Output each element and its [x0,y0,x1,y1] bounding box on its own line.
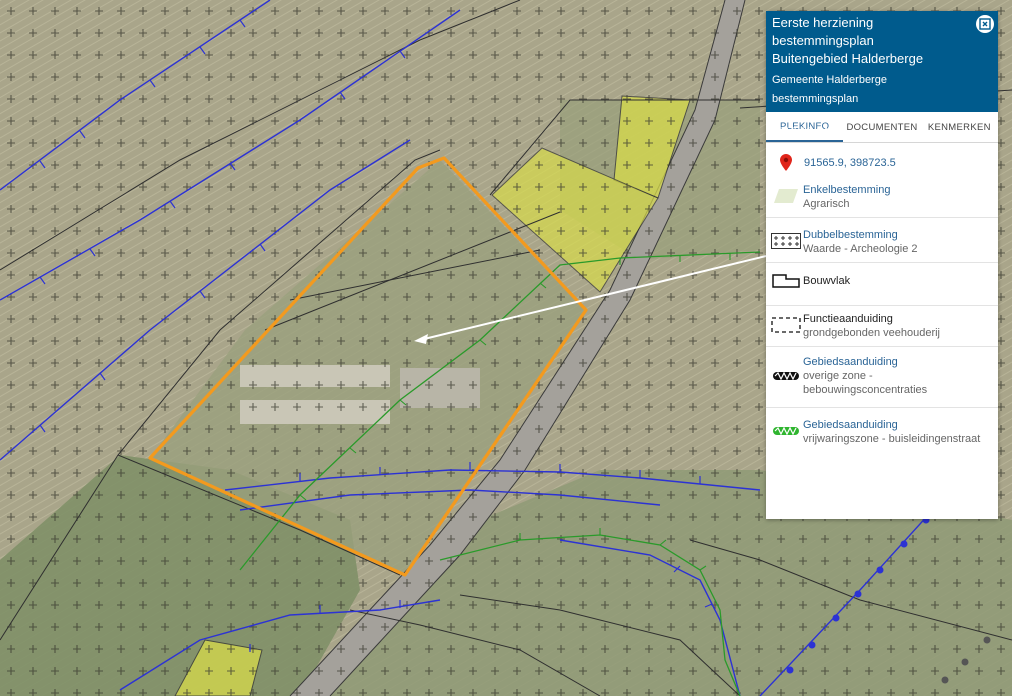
agrarisch-swatch-icon [773,188,799,209]
legend-title-gebiedsaanduiding-1[interactable]: Gebiedsaanduiding [803,355,927,369]
legend-title-bouwvlak: Bouwvlak [803,275,851,287]
legend-item-enkelbestemming[interactable]: Enkelbestemming Agrarisch [766,177,998,218]
legend-title-functieaanduiding: Functieaanduiding [803,313,893,325]
green-zigzag-band-icon [772,424,800,443]
legend-title-gebiedsaanduiding-2[interactable]: Gebiedsaanduiding [803,418,980,432]
legend-item-gebiedsaanduiding-bebouwing[interactable]: Gebiedsaanduiding overige zone - bebouwin… [766,347,998,408]
legend-item-bouwvlak[interactable]: Bouwvlak [766,263,998,306]
panel-header: Eerste herziening bestemmingsplan Buiten… [766,11,998,138]
legend-item-functieaanduiding[interactable]: Functieaanduiding grondgebonden veehouder… [766,306,998,347]
bouwvlak-outline-icon [772,274,800,293]
fullscreen-close-icon[interactable] [976,15,994,33]
legend-sub-archeologie: Waarde - Archeologie 2 [803,243,918,255]
crosses-pattern-icon [771,233,801,254]
legend-item-dubbelbestemming[interactable]: Dubbelbestemming Waarde - Archeologie 2 [766,222,998,263]
legend-sub-agrarisch: Agrarisch [803,198,850,210]
legend-sub-bebouwingsconcentraties: overige zone - bebouwingsconcentraties [803,370,928,396]
legend-title-dubbelbestemming[interactable]: Dubbelbestemming [803,228,918,242]
coordinates-value: 91565.9, 398723.5 [804,156,896,169]
municipality-label: Gemeente Halderberge [772,74,887,86]
black-zigzag-band-icon [772,369,800,388]
plan-type-label: bestemmingsplan [772,93,859,105]
legend-title-enkelbestemming[interactable]: Enkelbestemming [803,183,890,197]
plan-info-panel: Eerste herziening bestemmingsplan Buiten… [766,11,998,519]
map-pin-icon [774,154,798,171]
plan-title: Eerste herziening bestemmingsplan Buiten… [772,15,924,66]
legend-item-gebiedsaanduiding-buisleiding[interactable]: Gebiedsaanduiding vrijwaringszone - buisl… [766,408,998,452]
legend-sub-veehouderij: grondgebonden veehouderij [803,327,941,339]
dashed-rectangle-icon [771,317,801,338]
legend-sub-buisleidingenstraat: vrijwaringszone - buisleidingenstraat [803,433,981,445]
location-coordinates-row: 91565.9, 398723.5 [766,143,998,177]
plan-status-label: deels onherroepelijk in werking (vastges… [772,112,986,138]
